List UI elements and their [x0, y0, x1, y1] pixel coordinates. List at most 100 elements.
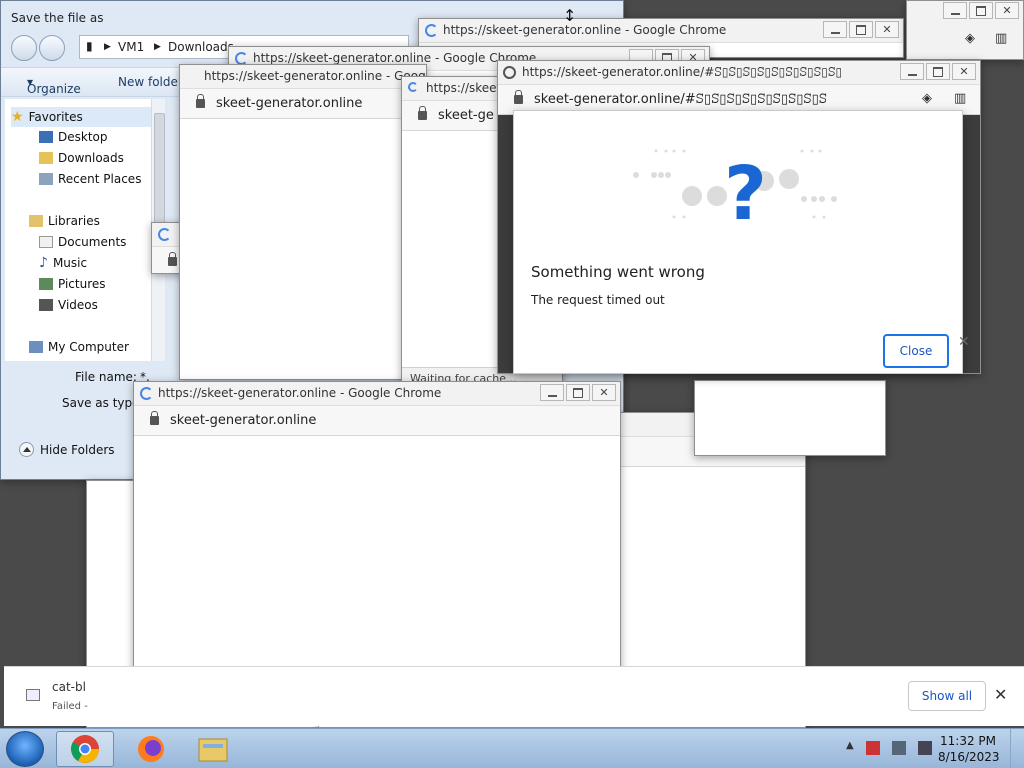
title-bar: https://skeet-generator.online - Google …: [180, 65, 426, 89]
dialog-title: Save the file as: [11, 11, 104, 25]
show-desktop-button[interactable]: [1010, 729, 1024, 768]
close-downloads-bar-icon[interactable]: ✕: [994, 685, 1007, 704]
maximize-button[interactable]: [849, 21, 873, 38]
taskbar-chrome-button[interactable]: [56, 731, 114, 767]
start-button[interactable]: [6, 731, 44, 767]
chevron-up-icon: [19, 442, 34, 457]
question-mark-illustration: ?: [633, 149, 837, 229]
chevron-right-icon: ▶: [104, 42, 111, 52]
sidebar-icon[interactable]: ▥: [995, 31, 1007, 46]
minimize-button[interactable]: [943, 2, 967, 19]
star-icon: ★: [11, 109, 24, 125]
firefox-icon: [138, 736, 164, 762]
nav-desktop[interactable]: Desktop: [39, 127, 108, 147]
chrome-window: https://skeet-generator.online - Google …: [179, 64, 427, 380]
nav-music[interactable]: ♪ Music: [39, 253, 87, 273]
window-title: https://skeet-generator.online - Google …: [253, 51, 537, 65]
resize-cursor-icon: ↕: [563, 6, 577, 25]
maximize-button[interactable]: [969, 2, 993, 19]
chevron-right-icon: ▶: [154, 42, 161, 52]
downloads-bar: cat-bl Failed - Show all ✕: [4, 666, 1024, 726]
hide-folders-button[interactable]: Hide Folders: [19, 442, 115, 457]
window-title: https://skeet-: [426, 81, 506, 95]
window-title: https://skeet-generator.online/#ꕶ▯ꕶ▯ꕶ▯ꕶ▯…: [522, 65, 843, 79]
lock-icon: [150, 411, 159, 425]
save-as-type-label: Save as type:: [62, 396, 144, 410]
lock-icon: [418, 106, 427, 120]
file-icon: [26, 689, 40, 701]
nav-documents[interactable]: Documents: [39, 232, 126, 252]
window-controls: ✕: [823, 21, 899, 38]
extension-icon[interactable]: ◈: [922, 91, 932, 106]
forward-button[interactable]: [39, 35, 65, 61]
extension-icon[interactable]: ◈: [965, 31, 975, 46]
taskbar-firefox-button[interactable]: [122, 731, 180, 767]
close-window-button[interactable]: ✕: [875, 21, 899, 38]
folder-icon: ▮: [86, 39, 93, 53]
videos-icon: [39, 299, 53, 311]
close-window-button[interactable]: ✕: [952, 63, 976, 80]
window-title: https://skeet-generator.online - Google …: [443, 23, 727, 37]
downloads-folder-icon: [39, 152, 53, 164]
loading-spinner-icon: [140, 387, 153, 400]
title-bar: https://skeet-generator.online - Google …: [134, 382, 620, 406]
maximize-button[interactable]: [926, 63, 950, 80]
nav-pictures[interactable]: Pictures: [39, 274, 106, 294]
loading-spinner-icon: [425, 24, 438, 37]
organize-button[interactable]: Organize ▾: [27, 75, 81, 96]
path-segment-vm1[interactable]: VM1: [118, 40, 144, 54]
lock-icon: [514, 90, 523, 104]
sidebar-icon[interactable]: ▥: [954, 91, 966, 106]
close-button[interactable]: Close: [883, 334, 949, 368]
close-window-button[interactable]: ✕: [592, 384, 616, 401]
back-button[interactable]: [11, 35, 37, 61]
window-title: https://skeet-generator.online - Google …: [204, 69, 426, 83]
navigation-pane: ★ Favorites Desktop Downloads Recent Pla…: [5, 99, 151, 361]
chrome-icon: [71, 735, 99, 763]
title-bar: https://skeet-generator.online/#ꕶ▯ꕶ▯ꕶ▯ꕶ▯…: [498, 61, 980, 85]
system-clock[interactable]: 11:32 PM 8/16/2023: [938, 733, 1000, 765]
address-text: skeet-ge: [438, 108, 494, 123]
window-controls: ✕: [540, 384, 616, 401]
music-icon: ♪: [39, 255, 48, 271]
taskbar-explorer-button[interactable]: [184, 731, 242, 767]
download-file-name[interactable]: cat-bl: [52, 680, 86, 694]
computer-icon: [29, 341, 43, 353]
close-icon[interactable]: ✕: [958, 334, 970, 350]
clock-date: 8/16/2023: [938, 750, 1000, 764]
network-icon[interactable]: [892, 741, 906, 755]
address-text: skeet-generator.online: [170, 413, 317, 428]
show-hidden-icons[interactable]: ▲: [846, 740, 854, 751]
chrome-window-bg: [694, 380, 886, 456]
libraries-icon: [29, 215, 43, 227]
chrome-window-front: https://skeet-generator.online - Google …: [133, 381, 621, 695]
new-folder-button[interactable]: New folder: [118, 75, 183, 89]
path-segment-downloads[interactable]: Downloads: [168, 40, 234, 54]
nav-videos[interactable]: Videos: [39, 295, 98, 315]
maximize-button[interactable]: [566, 384, 590, 401]
action-center-flag-icon[interactable]: [866, 741, 880, 755]
recent-places-icon: [39, 173, 53, 185]
nav-favorites[interactable]: ★ Favorites: [11, 107, 151, 127]
download-status: Failed -: [52, 701, 88, 712]
nav-my-computer[interactable]: My Computer: [29, 337, 129, 357]
address-bar[interactable]: skeet-generator.online: [180, 89, 426, 119]
nav-recent-places[interactable]: Recent Places: [39, 169, 141, 189]
taskbar: ▲ 11:32 PM 8/16/2023: [0, 728, 1024, 768]
minimize-button[interactable]: [540, 384, 564, 401]
error-dialog: ? Something went wrong The request timed…: [513, 110, 963, 374]
clock-time: 11:32 PM: [940, 734, 996, 748]
address-bar[interactable]: skeet-generator.online: [134, 406, 620, 436]
show-all-button[interactable]: Show all: [908, 681, 986, 711]
volume-muted-icon[interactable]: [918, 741, 932, 755]
address-text: skeet-generator.online: [216, 96, 363, 111]
window-title: https://skeet-generator.online - Google …: [158, 386, 442, 400]
minimize-button[interactable]: [900, 63, 924, 80]
error-title: Something went wrong: [531, 263, 705, 281]
nav-libraries[interactable]: Libraries: [29, 211, 100, 231]
title-bar: https://skeet-generator.online - Google …: [419, 19, 903, 43]
minimize-button[interactable]: [823, 21, 847, 38]
close-window-button[interactable]: ✕: [995, 2, 1019, 19]
chrome-window-edge: ✕ ◈ ▥: [906, 0, 1024, 60]
nav-downloads[interactable]: Downloads: [39, 148, 124, 168]
